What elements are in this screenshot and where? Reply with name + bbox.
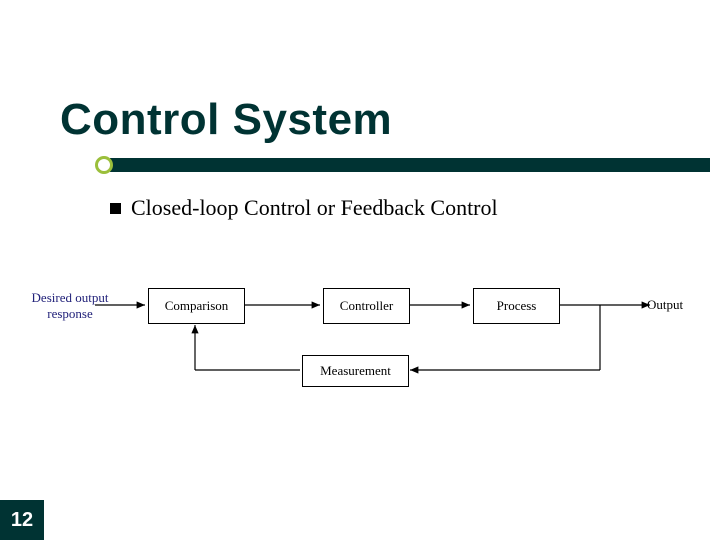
box-controller: Controller: [323, 288, 410, 324]
feedback-diagram: Desired output response Comparison Contr…: [40, 255, 680, 415]
bullet-row: Closed-loop Control or Feedback Control: [110, 195, 498, 221]
bullet-text: Closed-loop Control or Feedback Control: [131, 195, 498, 221]
output-label: Output: [640, 297, 690, 313]
bullet-icon: [110, 203, 121, 214]
diagram-arrows: [40, 255, 680, 415]
title-underline-dot: [95, 156, 113, 174]
box-comparison: Comparison: [148, 288, 245, 324]
title-underline: [110, 158, 710, 172]
page-number: 12: [0, 500, 44, 540]
slide: Control System Closed-loop Control or Fe…: [0, 0, 720, 540]
box-measurement: Measurement: [302, 355, 409, 387]
input-label: Desired output response: [30, 290, 110, 322]
box-process: Process: [473, 288, 560, 324]
slide-title: Control System: [60, 95, 392, 145]
